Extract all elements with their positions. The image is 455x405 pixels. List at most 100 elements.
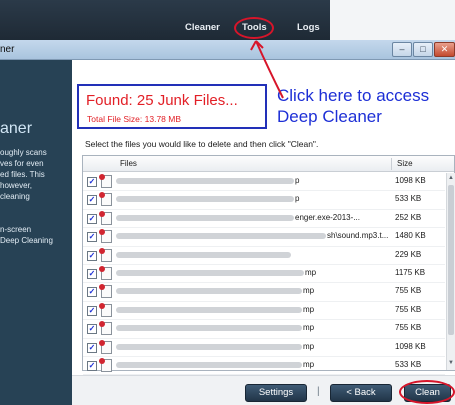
file-size: 533 KB <box>395 194 422 204</box>
file-size: 755 KB <box>395 323 422 333</box>
callout-line-1: Click here to access <box>277 86 430 105</box>
table-row[interactable]: ✓ p 533 KB <box>83 191 445 210</box>
redacted-file-path <box>116 233 326 240</box>
file-size: 533 KB <box>395 360 422 369</box>
table-row[interactable]: ✓ mp 755 KB <box>83 302 445 321</box>
sidebar-heading: aner <box>0 120 33 137</box>
nav-cleaner[interactable]: Cleaner <box>185 22 220 33</box>
button-separator: | <box>317 386 320 397</box>
row-checkbox[interactable]: ✓ <box>87 342 97 353</box>
back-button[interactable]: < Back <box>330 384 392 402</box>
file-path-suffix: mp <box>303 341 315 351</box>
file-path-suffix: p <box>295 194 300 204</box>
column-header-size[interactable]: Size <box>397 159 413 168</box>
row-checkbox[interactable]: ✓ <box>87 287 97 298</box>
tools-highlight-ellipse <box>234 17 274 39</box>
file-warning-icon <box>99 174 112 188</box>
file-path-suffix: enger.exe-2013-... <box>295 212 360 222</box>
file-path-suffix: mp <box>303 286 315 296</box>
row-checkbox[interactable]: ✓ <box>87 232 97 243</box>
maximize-button[interactable]: □ <box>413 42 433 57</box>
file-size: 1098 KB <box>395 341 426 351</box>
background-right-panel <box>330 0 455 44</box>
scroll-thumb[interactable] <box>448 185 454 335</box>
table-row[interactable]: ✓ mp 533 KB <box>83 357 445 376</box>
file-warning-icon <box>99 266 112 280</box>
scroll-up-arrow-icon[interactable]: ▲ <box>447 174 455 183</box>
file-path-suffix: mp <box>303 360 315 369</box>
file-path-suffix: mp <box>305 268 317 277</box>
sidebar-text-line: ves for even <box>0 159 44 168</box>
file-warning-icon <box>99 210 112 225</box>
background-app-topbar: Cleaner Tools Logs <box>0 0 455 44</box>
row-checkbox[interactable]: ✓ <box>87 324 97 335</box>
row-checkbox[interactable]: ✓ <box>87 361 97 371</box>
redacted-file-path <box>116 325 302 332</box>
table-row[interactable]: ✓ sh\sound.mp3.t... 1480 KB <box>83 228 445 247</box>
file-size: 252 KB <box>395 212 422 222</box>
close-button[interactable]: ✕ <box>434 42 455 57</box>
window-title: ner <box>0 44 15 55</box>
table-header: Files Size <box>83 156 454 172</box>
file-warning-icon <box>99 358 112 372</box>
table-scrollbar[interactable]: ▲ ▼ <box>446 173 455 370</box>
minimize-button[interactable]: – <box>392 42 412 57</box>
row-checkbox[interactable]: ✓ <box>87 250 97 261</box>
file-size: 755 KB <box>395 286 422 296</box>
found-count-label: Found: 25 Junk Files... <box>86 92 238 109</box>
file-path-suffix: sh\sound.mp3.t... <box>327 231 389 241</box>
sidebar: aner oughly scans ves for even ed files.… <box>0 60 72 405</box>
file-warning-icon <box>99 229 112 244</box>
file-warning-icon <box>99 321 112 336</box>
column-divider[interactable] <box>391 158 392 170</box>
redacted-file-path <box>116 288 302 295</box>
row-checkbox[interactable]: ✓ <box>87 305 97 316</box>
file-path-suffix: mp <box>303 304 315 314</box>
row-checkbox[interactable]: ✓ <box>87 195 97 206</box>
redacted-file-path <box>116 343 302 350</box>
file-size: 1175 KB <box>395 268 426 277</box>
sidebar-text-line: oughly scans <box>0 148 47 157</box>
table-row[interactable]: ✓ mp 1098 KB <box>83 339 445 357</box>
redacted-file-path <box>116 178 294 184</box>
sidebar-text-line: cleaning <box>0 192 30 201</box>
redacted-file-path <box>116 270 304 276</box>
redacted-file-path <box>116 214 294 221</box>
file-size: 1480 KB <box>395 231 426 241</box>
window-titlebar: ner – □ ✕ <box>0 40 455 60</box>
file-warning-icon <box>99 302 112 317</box>
file-path-suffix: mp <box>303 323 315 333</box>
scroll-down-arrow-icon[interactable]: ▼ <box>447 359 455 368</box>
table-row[interactable]: ✓ enger.exe-2013-... 252 KB <box>83 210 445 229</box>
file-warning-icon <box>99 284 112 299</box>
found-summary-box: Found: 25 Junk Files... Total File Size:… <box>77 84 267 129</box>
column-header-files[interactable]: Files <box>120 159 137 168</box>
nav-logs[interactable]: Logs <box>297 22 320 33</box>
redacted-file-path <box>116 306 302 313</box>
sidebar-text-line: Deep Cleaning <box>0 236 53 245</box>
sidebar-text-line: n-screen <box>0 225 32 234</box>
instruction-text: Select the files you would like to delet… <box>85 139 319 149</box>
row-checkbox[interactable]: ✓ <box>87 213 97 224</box>
settings-button[interactable]: Settings <box>245 384 307 402</box>
table-row[interactable]: ✓ mp 1175 KB <box>83 265 445 284</box>
file-size: 1098 KB <box>395 176 426 185</box>
file-size: 755 KB <box>395 304 422 314</box>
file-warning-icon <box>99 247 112 262</box>
redacted-file-path <box>116 251 291 258</box>
table-row[interactable]: ✓ p 1098 KB <box>83 173 445 192</box>
table-row[interactable]: ✓ 229 KB <box>83 247 445 265</box>
total-size-label: Total File Size: 13.78 MB <box>87 114 182 124</box>
clean-highlight-ellipse <box>399 380 455 404</box>
file-size: 229 KB <box>395 249 422 259</box>
file-warning-icon <box>99 192 112 207</box>
redacted-file-path <box>116 362 302 368</box>
table-row[interactable]: ✓ mp 755 KB <box>83 283 445 302</box>
row-checkbox[interactable]: ✓ <box>87 269 97 279</box>
row-checkbox[interactable]: ✓ <box>87 177 97 187</box>
files-table: Files Size ✓ p 1098 KB ✓ p 533 KB ✓ enger.exe-2… <box>82 155 455 376</box>
file-path-suffix: p <box>295 176 300 185</box>
annotation-callout: Click here to access Deep Cleaner <box>277 85 429 127</box>
table-row[interactable]: ✓ mp 755 KB <box>83 320 445 339</box>
callout-line-2: Deep Cleaner <box>277 107 382 126</box>
